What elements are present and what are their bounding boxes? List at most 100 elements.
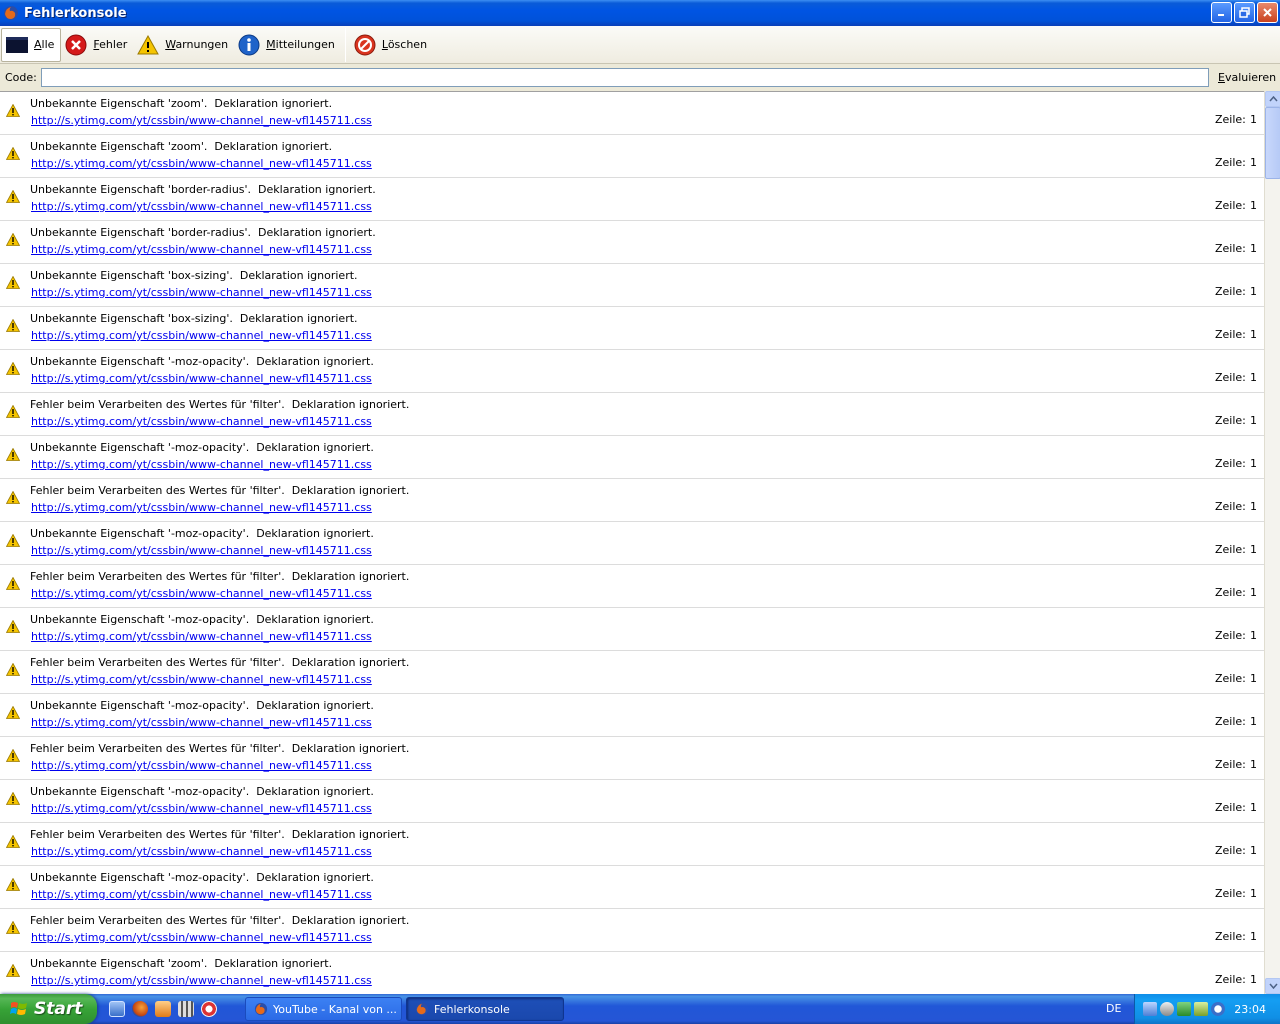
- title-bar[interactable]: Fehlerkonsole: [0, 0, 1280, 26]
- evaluate-button[interactable]: Evaluieren: [1218, 71, 1276, 84]
- source-link[interactable]: http://s.ytimg.com/yt/cssbin/www-channel…: [31, 759, 372, 772]
- message-row[interactable]: Fehler beim Verarbeiten des Wertes für '…: [0, 909, 1264, 952]
- source-link[interactable]: http://s.ytimg.com/yt/cssbin/www-channel…: [31, 415, 372, 428]
- message-row[interactable]: Unbekannte Eigenschaft 'border-radius'. …: [0, 221, 1264, 264]
- line-label: Zeile:: [1215, 629, 1246, 642]
- desktop-icon[interactable]: [109, 1001, 125, 1017]
- filter-errors-button[interactable]: Fehler: [61, 28, 133, 62]
- message-list[interactable]: Unbekannte Eigenschaft 'zoom'. Deklarati…: [0, 91, 1264, 994]
- network-icon[interactable]: [1143, 1002, 1157, 1016]
- filter-warnings-button[interactable]: Warnungen: [133, 28, 234, 62]
- message-row[interactable]: Unbekannte Eigenschaft 'zoom'. Deklarati…: [0, 92, 1264, 135]
- message-row[interactable]: Unbekannte Eigenschaft 'zoom'. Deklarati…: [0, 135, 1264, 178]
- message-row[interactable]: Unbekannte Eigenschaft 'box-sizing'. Dek…: [0, 307, 1264, 350]
- minimize-icon: [1218, 14, 1224, 16]
- restore-button[interactable]: [1234, 2, 1255, 23]
- update-icon[interactable]: [1194, 1002, 1208, 1016]
- message-row[interactable]: Fehler beim Verarbeiten des Wertes für '…: [0, 823, 1264, 866]
- source-link[interactable]: http://s.ytimg.com/yt/cssbin/www-channel…: [31, 243, 372, 256]
- antivirus-icon[interactable]: [1211, 1002, 1225, 1016]
- source-link[interactable]: http://s.ytimg.com/yt/cssbin/www-channel…: [31, 974, 372, 987]
- line-label: Zeile:: [1215, 758, 1246, 771]
- clear-icon: [354, 34, 376, 55]
- app-icon[interactable]: [201, 1001, 217, 1017]
- start-button[interactable]: Start: [0, 994, 97, 1024]
- source-link[interactable]: http://s.ytimg.com/yt/cssbin/www-channel…: [31, 888, 372, 901]
- film-icon[interactable]: [178, 1001, 194, 1017]
- line-number: 1: [1250, 457, 1257, 470]
- warning-icon: [6, 749, 20, 762]
- source-link[interactable]: http://s.ytimg.com/yt/cssbin/www-channel…: [31, 587, 372, 600]
- source-link[interactable]: http://s.ytimg.com/yt/cssbin/www-channel…: [31, 372, 372, 385]
- message-row[interactable]: Unbekannte Eigenschaft '-moz-opacity'. D…: [0, 780, 1264, 823]
- source-link[interactable]: http://s.ytimg.com/yt/cssbin/www-channel…: [31, 329, 372, 342]
- message-row[interactable]: Unbekannte Eigenschaft 'box-sizing'. Dek…: [0, 264, 1264, 307]
- clock: 23:04: [1234, 1002, 1266, 1016]
- message-row[interactable]: Fehler beim Verarbeiten des Wertes für '…: [0, 393, 1264, 436]
- task-error-console[interactable]: Fehlerkonsole: [406, 997, 564, 1021]
- scroll-down-button[interactable]: [1265, 978, 1280, 994]
- shield-icon[interactable]: [1177, 1002, 1191, 1016]
- line-number: 1: [1250, 629, 1257, 642]
- source-link[interactable]: http://s.ytimg.com/yt/cssbin/www-channel…: [31, 716, 372, 729]
- console-icon: [6, 36, 28, 53]
- message-row[interactable]: Unbekannte Eigenschaft 'zoom'. Deklarati…: [0, 952, 1264, 994]
- task-youtube[interactable]: YouTube - Kanal von ...: [245, 997, 402, 1021]
- warning-icon: [6, 491, 20, 504]
- firefox-icon: [254, 1002, 268, 1016]
- source-link[interactable]: http://s.ytimg.com/yt/cssbin/www-channel…: [31, 931, 372, 944]
- code-bar: Code: Evaluieren: [0, 64, 1280, 91]
- line-label: Zeile:: [1215, 844, 1246, 857]
- source-link[interactable]: http://s.ytimg.com/yt/cssbin/www-channel…: [31, 802, 372, 815]
- message-row[interactable]: Unbekannte Eigenschaft '-moz-opacity'. D…: [0, 522, 1264, 565]
- line-number: 1: [1250, 543, 1257, 556]
- message-row[interactable]: Fehler beim Verarbeiten des Wertes für '…: [0, 651, 1264, 694]
- line-label: Zeile:: [1215, 672, 1246, 685]
- filter-messages-button[interactable]: Mitteilungen: [234, 28, 341, 62]
- language-indicator[interactable]: DE: [1106, 1002, 1121, 1015]
- message-row[interactable]: Fehler beim Verarbeiten des Wertes für '…: [0, 565, 1264, 608]
- speaker-icon[interactable]: [1160, 1002, 1174, 1016]
- message-row[interactable]: Fehler beim Verarbeiten des Wertes für '…: [0, 479, 1264, 522]
- source-link[interactable]: http://s.ytimg.com/yt/cssbin/www-channel…: [31, 845, 372, 858]
- warning-icon: [137, 34, 160, 54]
- source-link[interactable]: http://s.ytimg.com/yt/cssbin/www-channel…: [31, 544, 372, 557]
- line-label: Zeile:: [1215, 887, 1246, 900]
- source-link[interactable]: http://s.ytimg.com/yt/cssbin/www-channel…: [31, 630, 372, 643]
- source-link[interactable]: http://s.ytimg.com/yt/cssbin/www-channel…: [31, 286, 372, 299]
- source-link[interactable]: http://s.ytimg.com/yt/cssbin/www-channel…: [31, 673, 372, 686]
- code-input[interactable]: [41, 68, 1209, 87]
- line-label: Zeile:: [1215, 199, 1246, 212]
- line-number: 1: [1250, 672, 1257, 685]
- message-row[interactable]: Unbekannte Eigenschaft '-moz-opacity'. D…: [0, 350, 1264, 393]
- message-row[interactable]: Unbekannte Eigenschaft '-moz-opacity'. D…: [0, 608, 1264, 651]
- media-icon[interactable]: [155, 1001, 171, 1017]
- line-number: 1: [1250, 758, 1257, 771]
- message-row[interactable]: Unbekannte Eigenschaft 'border-radius'. …: [0, 178, 1264, 221]
- source-link[interactable]: http://s.ytimg.com/yt/cssbin/www-channel…: [31, 200, 372, 213]
- line-number: 1: [1250, 285, 1257, 298]
- scroll-thumb[interactable]: [1265, 107, 1280, 179]
- message-text: Fehler beim Verarbeiten des Wertes für '…: [30, 484, 410, 497]
- error-icon: [65, 34, 87, 55]
- line-label: Zeile:: [1215, 500, 1246, 513]
- message-row[interactable]: Unbekannte Eigenschaft '-moz-opacity'. D…: [0, 436, 1264, 479]
- source-link[interactable]: http://s.ytimg.com/yt/cssbin/www-channel…: [31, 114, 372, 127]
- close-button[interactable]: [1257, 2, 1278, 23]
- scroll-up-button[interactable]: [1265, 91, 1280, 107]
- source-link[interactable]: http://s.ytimg.com/yt/cssbin/www-channel…: [31, 157, 372, 170]
- message-row[interactable]: Unbekannte Eigenschaft '-moz-opacity'. D…: [0, 866, 1264, 909]
- vertical-scrollbar[interactable]: [1264, 91, 1280, 994]
- line-number: 1: [1250, 414, 1257, 427]
- line-label: Zeile:: [1215, 457, 1246, 470]
- message-row[interactable]: Unbekannte Eigenschaft '-moz-opacity'. D…: [0, 694, 1264, 737]
- firefox-icon[interactable]: [132, 1001, 148, 1017]
- line-label: Zeile:: [1215, 543, 1246, 556]
- filter-all-button[interactable]: Alle: [1, 27, 62, 62]
- clear-button[interactable]: Löschen: [350, 28, 433, 62]
- line-label: Zeile:: [1215, 242, 1246, 255]
- message-row[interactable]: Fehler beim Verarbeiten des Wertes für '…: [0, 737, 1264, 780]
- source-link[interactable]: http://s.ytimg.com/yt/cssbin/www-channel…: [31, 501, 372, 514]
- minimize-button[interactable]: [1211, 2, 1232, 23]
- source-link[interactable]: http://s.ytimg.com/yt/cssbin/www-channel…: [31, 458, 372, 471]
